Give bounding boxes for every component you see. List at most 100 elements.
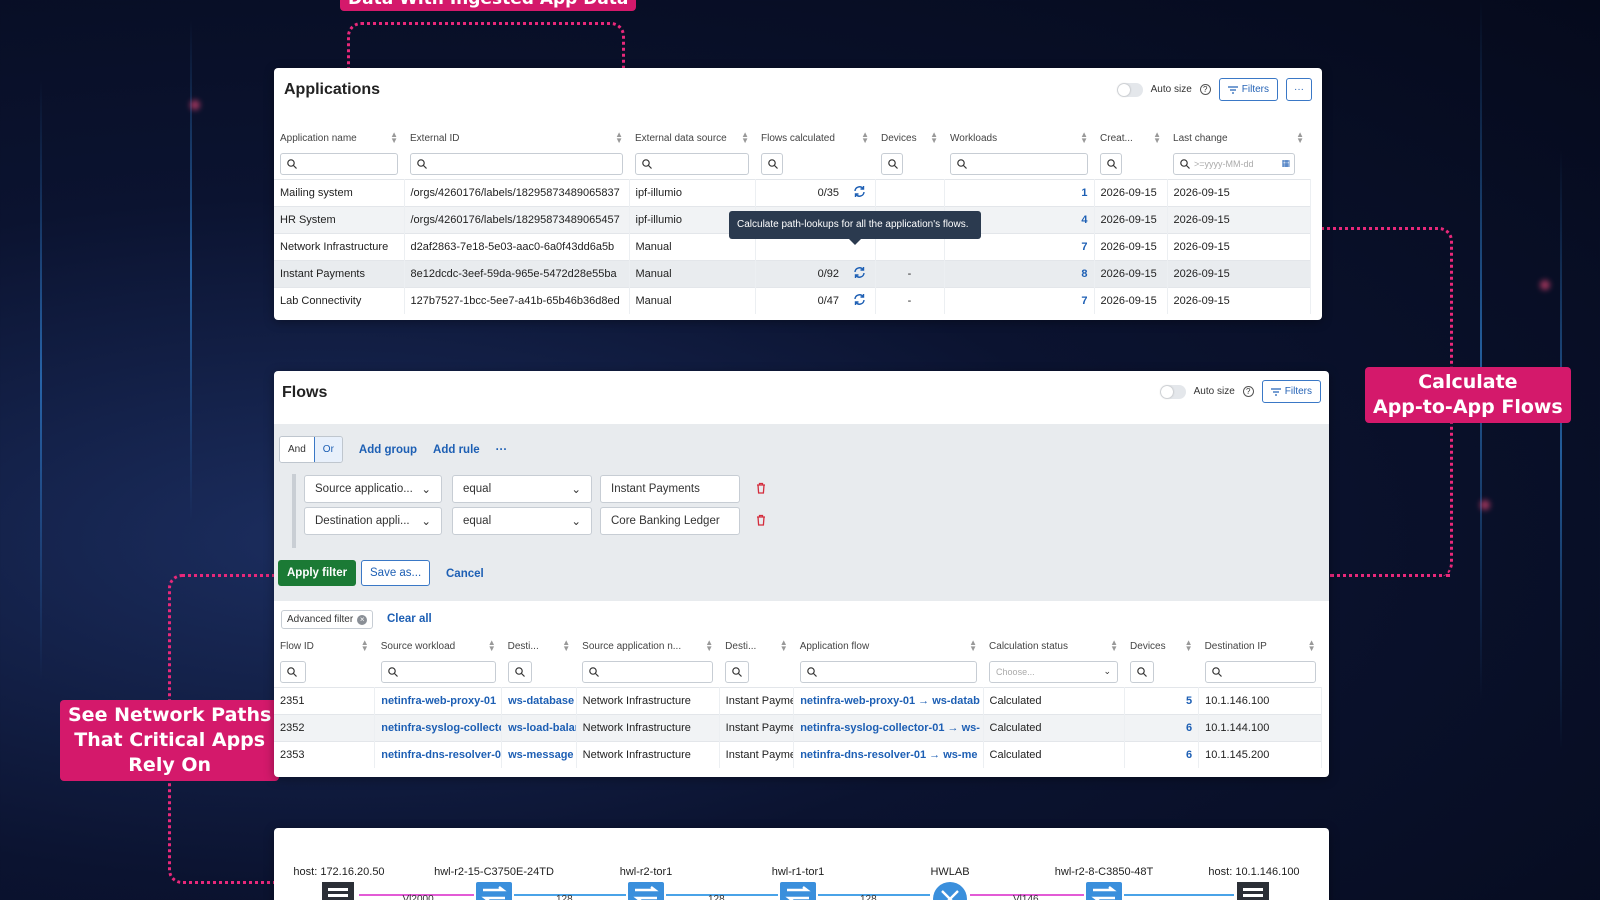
cell-workloads-link[interactable]: 1	[944, 178, 1095, 206]
column-header[interactable]: Creat... ▲ ▼	[1094, 127, 1167, 149]
save-as-button[interactable]: Save as...	[361, 560, 431, 586]
cell-application-flow-link[interactable]: netinfra-dns-resolver-01 → ws-me	[793, 740, 984, 768]
cell-source-workload-link[interactable]: netinfra-syslog-collector	[374, 713, 503, 741]
column-header[interactable]: Calculation status ▲ ▼	[983, 635, 1124, 657]
server-icon[interactable]	[1235, 880, 1271, 900]
search-icon	[287, 666, 297, 677]
cell-destination-workload-link[interactable]: ws-load-balancer	[501, 713, 577, 741]
column-header[interactable]: External data source ▲ ▼	[629, 127, 755, 149]
more-options-button[interactable]: ···	[496, 444, 508, 456]
column-header[interactable]: Application flow ▲ ▼	[794, 635, 983, 657]
auto-size-toggle[interactable]	[1159, 384, 1186, 399]
more-options-button[interactable]: ···	[1286, 78, 1312, 101]
add-rule-button[interactable]: Add rule	[433, 444, 480, 456]
column-header[interactable]: Source workload ▲ ▼	[375, 635, 502, 657]
help-icon[interactable]: ?	[1199, 84, 1211, 95]
calendar-icon[interactable]: ▦	[1282, 158, 1291, 169]
search-input[interactable]	[1204, 660, 1316, 683]
cell-devices-link[interactable]: 6	[1124, 713, 1200, 741]
switch-icon[interactable]	[627, 880, 665, 900]
delete-rule-icon[interactable]	[756, 513, 766, 531]
rule-value-input[interactable]: Instant Payments	[600, 475, 740, 503]
search-input[interactable]	[725, 660, 750, 683]
server-icon[interactable]	[320, 880, 356, 900]
cell-destination-workload-link[interactable]: ws-message	[501, 740, 577, 768]
filters-button[interactable]: Filters	[1261, 380, 1321, 403]
active-filter-chip[interactable]: Advanced filter ×	[281, 610, 374, 629]
column-header[interactable]: Devices ▲ ▼	[875, 127, 944, 149]
table-row[interactable]: Mailing system/orgs/4260176/labels/18295…	[274, 178, 1311, 206]
column-header[interactable]: Desti... ▲ ▼	[502, 635, 577, 657]
cell-calculation-status: Calculated	[983, 740, 1125, 768]
cell-workloads-link[interactable]: 7	[944, 286, 1095, 314]
table-row[interactable]: 2353 netinfra-dns-resolver-01 ws-message Ne…	[274, 740, 1322, 768]
apply-filter-button[interactable]: Apply filter	[278, 560, 357, 586]
column-header[interactable]: Last change ▲ ▼	[1167, 127, 1310, 149]
search-input[interactable]	[1130, 660, 1155, 683]
cell-devices-link[interactable]: 6	[1124, 740, 1200, 768]
add-group-button[interactable]: Add group	[359, 444, 417, 456]
and-option[interactable]: And	[280, 437, 314, 462]
table-row[interactable]: Lab Connectivity 127b7527-1bcc-5ee7-a41b-…	[274, 286, 1311, 314]
cell-application-flow-link[interactable]: netinfra-web-proxy-01 → ws-datab	[793, 686, 984, 714]
column-header[interactable]: Flows calculated ▲ ▼	[755, 127, 875, 149]
column-header[interactable]: Workloads ▲ ▼	[944, 127, 1094, 149]
cancel-button[interactable]: Cancel	[446, 568, 484, 580]
date-filter-input[interactable]: >=yyyy-MM-dd ▦	[1173, 152, 1296, 175]
help-icon[interactable]: ?	[1242, 386, 1254, 397]
calculate-flows-icon[interactable]	[853, 266, 866, 282]
filters-button[interactable]: Filters	[1218, 78, 1278, 101]
table-row[interactable]: 2351 netinfra-web-proxy-01 ws-database Netw…	[274, 686, 1322, 714]
rule-field-select[interactable]: Source applicatio... ⌄	[304, 475, 442, 503]
column-header[interactable]: Desti... ▲ ▼	[719, 635, 794, 657]
rule-operator-select[interactable]: equal ⌄	[452, 507, 592, 535]
status-select[interactable]: Choose... ⌄	[989, 660, 1119, 683]
search-input[interactable]	[799, 660, 978, 683]
column-header[interactable]: Application name ▲ ▼	[274, 127, 404, 149]
search-input[interactable]	[380, 660, 496, 683]
search-input[interactable]	[950, 152, 1089, 175]
rule-value-input[interactable]: Core Banking Ledger	[600, 507, 740, 535]
query-builder: And Or Add group Add rule ··· Source app…	[274, 424, 1329, 601]
column-header[interactable]: External ID ▲ ▼	[404, 127, 629, 149]
close-icon[interactable]: ×	[357, 614, 368, 625]
column-header[interactable]: Source application n... ▲ ▼	[576, 635, 719, 657]
column-header[interactable]: Devices ▲ ▼	[1124, 635, 1199, 657]
cell-destination-workload-link[interactable]: ws-database	[501, 686, 577, 714]
search-input[interactable]	[280, 152, 398, 175]
search-input[interactable]	[280, 660, 306, 683]
cell-workloads-link[interactable]: 8	[944, 259, 1095, 287]
search-input[interactable]	[582, 660, 714, 683]
combinator-toggle[interactable]: And Or	[279, 436, 343, 463]
calculate-flows-icon[interactable]	[853, 293, 866, 309]
cell-application-name: Lab Connectivity	[274, 286, 405, 314]
table-row[interactable]: 2352 netinfra-syslog-collector ws-load-bal…	[274, 713, 1322, 741]
cell-application-flow-link[interactable]: netinfra-syslog-collector-01 → ws-	[793, 713, 984, 741]
column-header[interactable]: Destination IP ▲ ▼	[1199, 635, 1322, 657]
delete-rule-icon[interactable]	[756, 481, 766, 499]
or-option[interactable]: Or	[313, 437, 342, 462]
switch-icon[interactable]	[475, 880, 513, 900]
search-input[interactable]	[1100, 152, 1123, 175]
clear-all-button[interactable]: Clear all	[387, 613, 432, 625]
flows-toolbar: Auto size ? Filters	[1159, 380, 1321, 403]
search-input[interactable]	[410, 152, 623, 175]
cell-source-workload-link[interactable]: netinfra-web-proxy-01	[374, 686, 503, 714]
switch-icon[interactable]	[779, 880, 817, 900]
column-header[interactable]: Flow ID ▲ ▼	[274, 635, 375, 657]
rule-field-select[interactable]: Destination appli... ⌄	[304, 507, 442, 535]
cell-devices-link[interactable]: 5	[1124, 686, 1200, 714]
rule-operator-select[interactable]: equal ⌄	[452, 475, 592, 503]
auto-size-toggle[interactable]	[1116, 82, 1143, 97]
table-row[interactable]: Instant Payments 8e12dcdc-3eef-59da-965e-…	[274, 259, 1311, 287]
calculate-flows-icon[interactable]	[853, 185, 866, 201]
router-icon[interactable]	[931, 880, 969, 900]
search-input[interactable]	[507, 660, 532, 683]
cell-external-id: 8e12dcdc-3eef-59da-965e-5472d28e55ba	[404, 259, 630, 287]
search-input[interactable]	[761, 152, 783, 175]
search-input[interactable]	[881, 152, 904, 175]
flows-table: Flow ID ▲ ▼ Source workload ▲ ▼ Desti... ▲ ▼ S…	[274, 635, 1322, 768]
switch-icon[interactable]	[1085, 880, 1123, 900]
cell-source-workload-link[interactable]: netinfra-dns-resolver-01	[374, 740, 503, 768]
search-input[interactable]	[635, 152, 749, 175]
